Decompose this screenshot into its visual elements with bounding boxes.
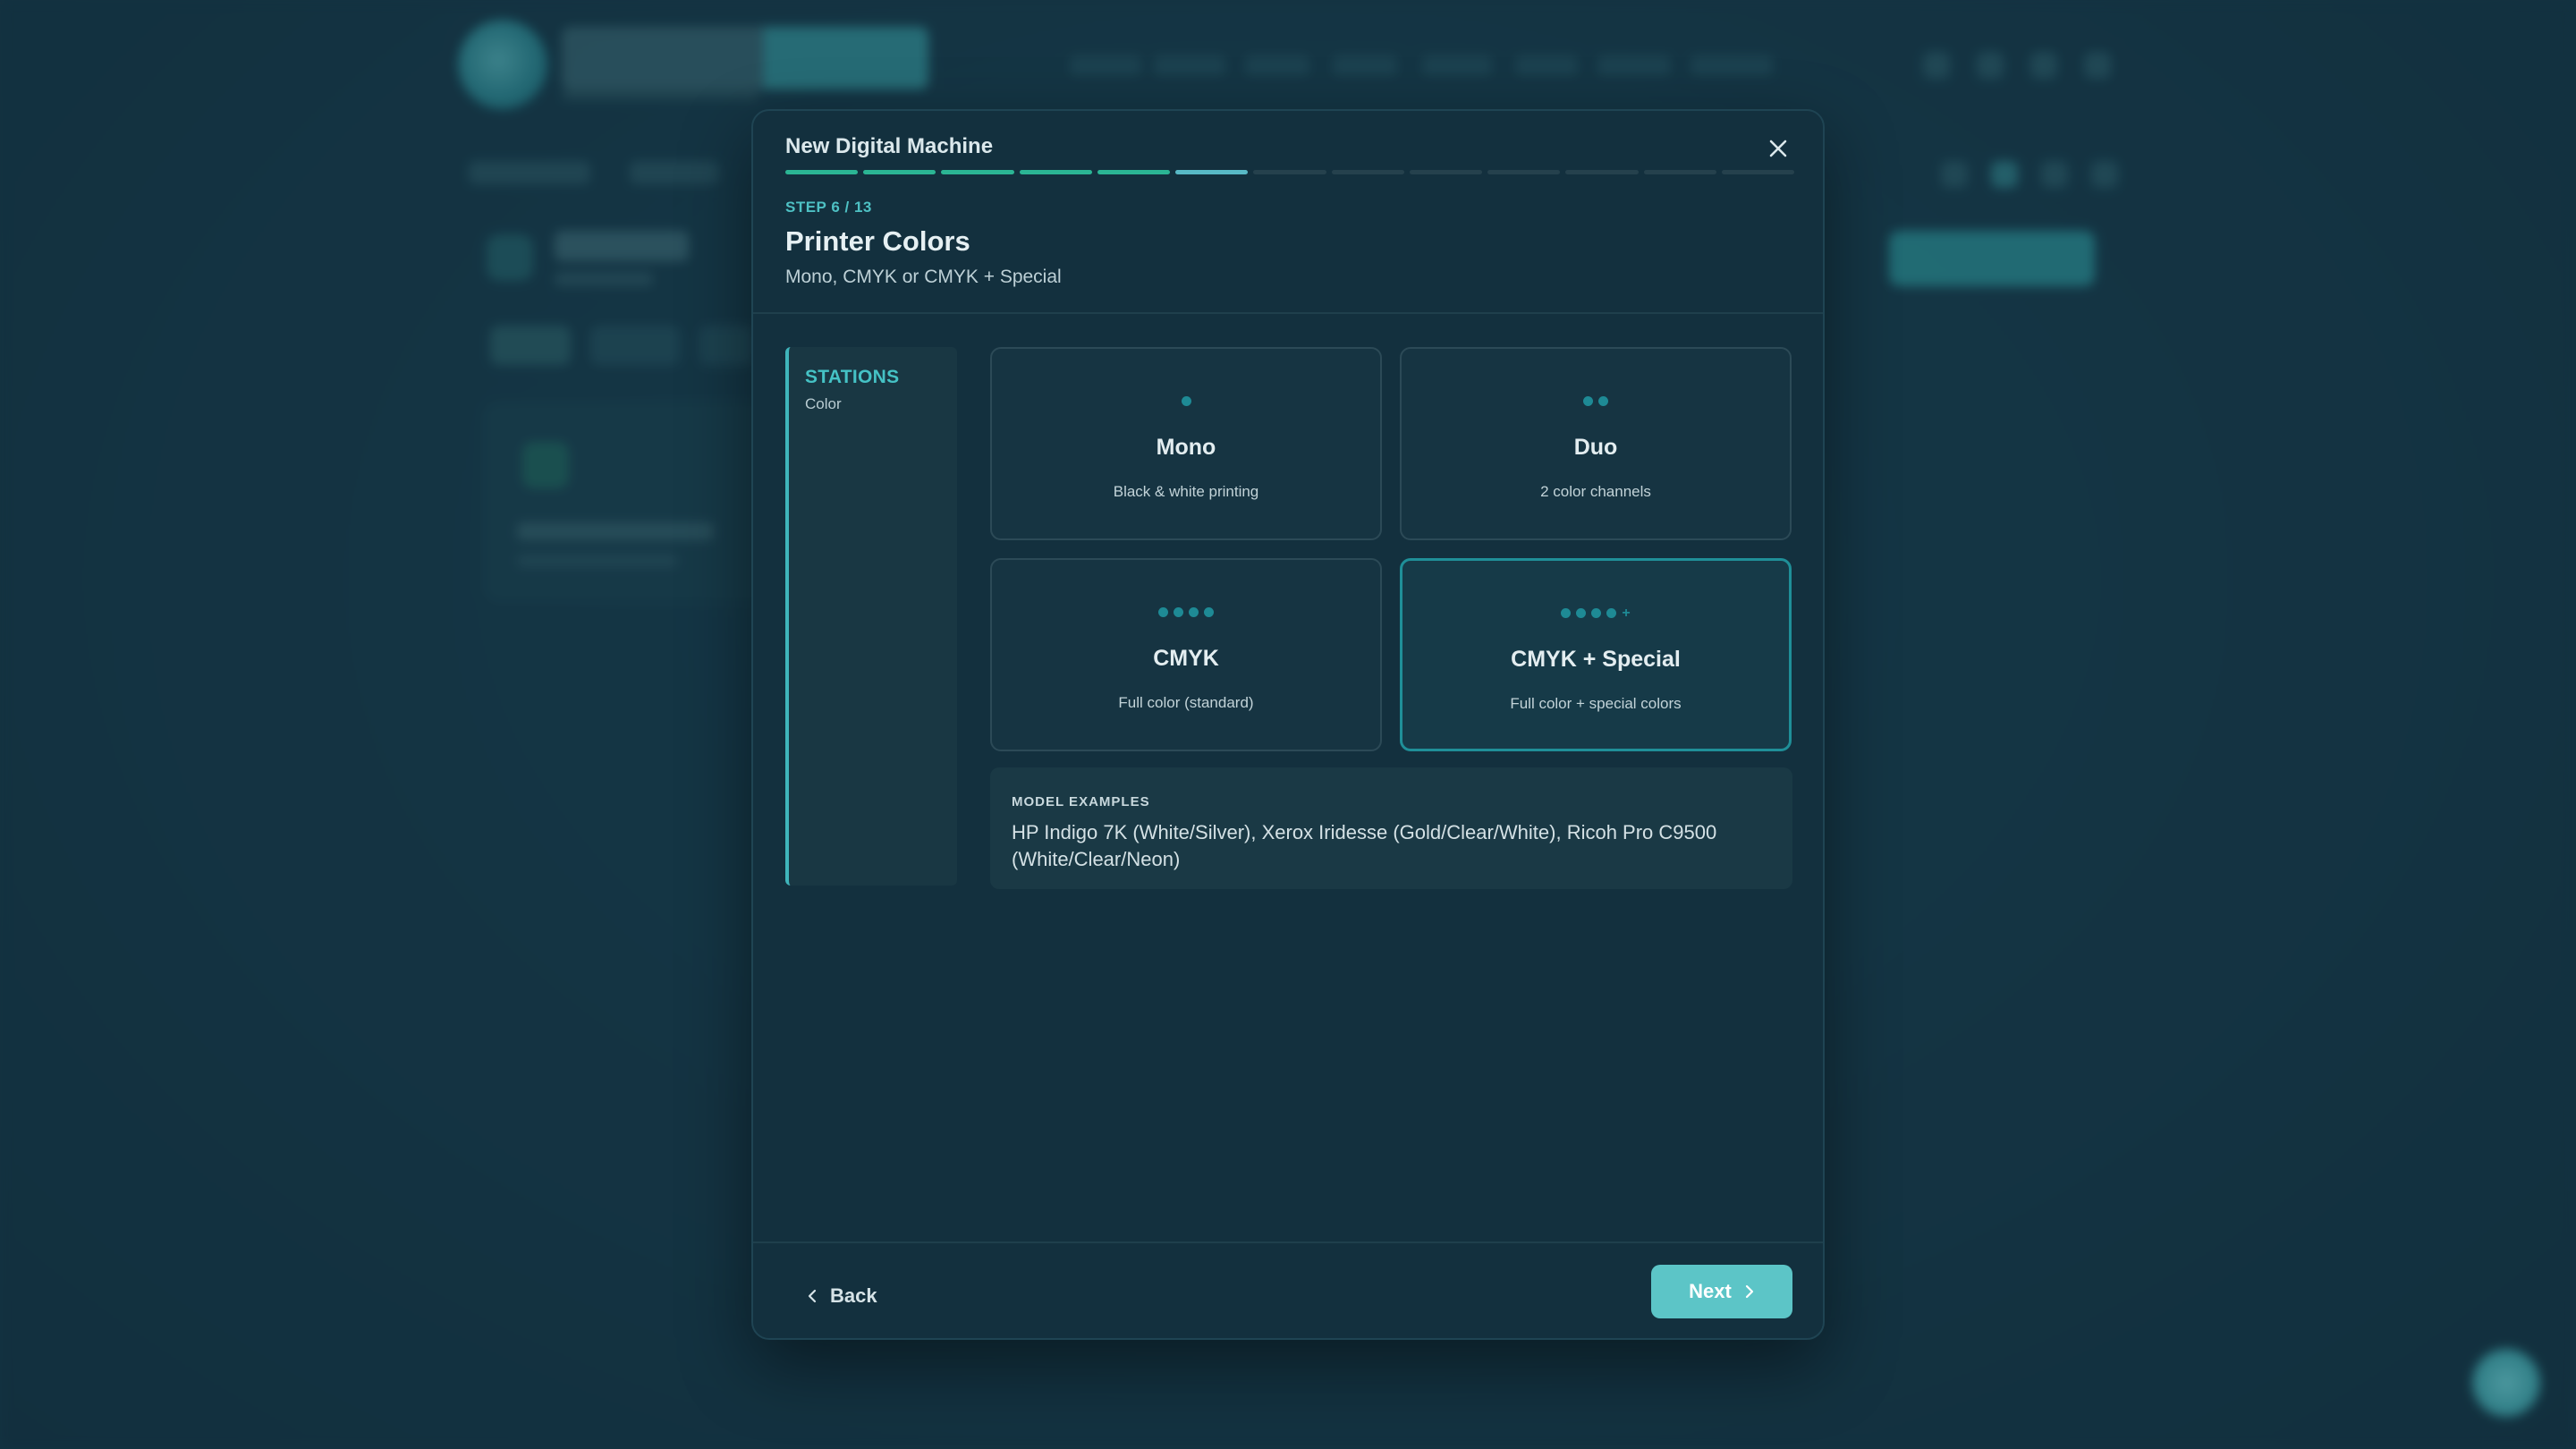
header-divider [753,312,1823,314]
next-button-label: Next [1689,1280,1732,1302]
color-dots-icon [992,394,1380,408]
option-name: CMYK [1153,646,1219,671]
progress-segment-complete [863,170,936,174]
progress-segment-current [1175,170,1249,174]
progress-segment-pending [1253,170,1326,174]
option-name: Duo [1573,435,1618,460]
color-dot [1583,395,1593,406]
stations-sidebar: STATIONS Color [785,347,957,886]
color-dot [1189,606,1199,617]
close-icon [1769,140,1787,157]
model-examples-panel: MODEL EXAMPLES HP Indigo 7K (White/Silve… [990,767,1792,889]
progress-segment-pending [1487,170,1561,174]
new-machine-dialog: New Digital Machine STEP 6 / 13 Printer … [751,109,1825,1340]
progress-segment-pending [1331,170,1404,174]
step-counter: STEP 6 / 13 [785,199,872,216]
stations-title: STATIONS [805,367,900,387]
progress-segment-pending [1565,170,1639,174]
wizard-progress-bar [785,170,1795,175]
progress-segment-pending [1409,170,1483,174]
option-card-duo[interactable]: Duo 2 color channels [1400,347,1792,540]
option-description: 2 color channels [1540,483,1651,500]
chevron-left-icon [808,1289,817,1303]
color-dots-icon [1402,394,1790,408]
option-card-mono[interactable]: Mono Black & white printing [990,347,1382,540]
color-dot [1158,606,1168,617]
step-title: Printer Colors [785,225,970,257]
footer-divider [753,1241,1823,1243]
back-button[interactable]: Back [807,1274,877,1318]
option-description: Full color (standard) [1118,694,1254,711]
progress-segment-complete [941,170,1014,174]
back-button-label: Back [830,1284,877,1307]
color-dots-icon: + [1402,606,1789,620]
next-button[interactable]: Next [1651,1265,1792,1318]
option-name: CMYK + Special [1511,647,1681,672]
chevron-right-icon [1745,1284,1753,1299]
color-dot [1591,607,1602,618]
model-examples-title: MODEL EXAMPLES [1012,794,1150,809]
option-description: Black & white printing [1113,483,1259,500]
stations-current-item: Color [805,395,842,412]
progress-segment-complete [1019,170,1092,174]
option-description: Full color + special colors [1510,695,1682,712]
dialog-title: New Digital Machine [785,134,994,158]
color-dot [1174,606,1183,617]
option-name: Mono [1156,435,1216,460]
color-dot [1606,607,1617,618]
option-card-cmyk-special[interactable]: + CMYK + Special Full color + special co… [1400,558,1792,751]
color-dot [1598,395,1608,406]
color-dot [1181,395,1191,406]
progress-segment-complete [1097,170,1171,174]
model-examples-text: HP Indigo 7K (White/Silver), Xerox Iride… [1012,821,1717,870]
close-button[interactable] [1762,132,1794,165]
option-card-cmyk[interactable]: CMYK Full color (standard) [990,558,1382,751]
plus-icon: + [1622,605,1631,621]
progress-segment-pending [1721,170,1795,174]
color-dot [1576,607,1587,618]
step-description: Mono, CMYK or CMYK + Special [785,267,1062,287]
color-dot [1204,606,1214,617]
color-dots-icon [992,605,1380,619]
progress-segment-complete [785,170,859,174]
color-dot [1561,607,1572,618]
progress-segment-pending [1643,170,1716,174]
